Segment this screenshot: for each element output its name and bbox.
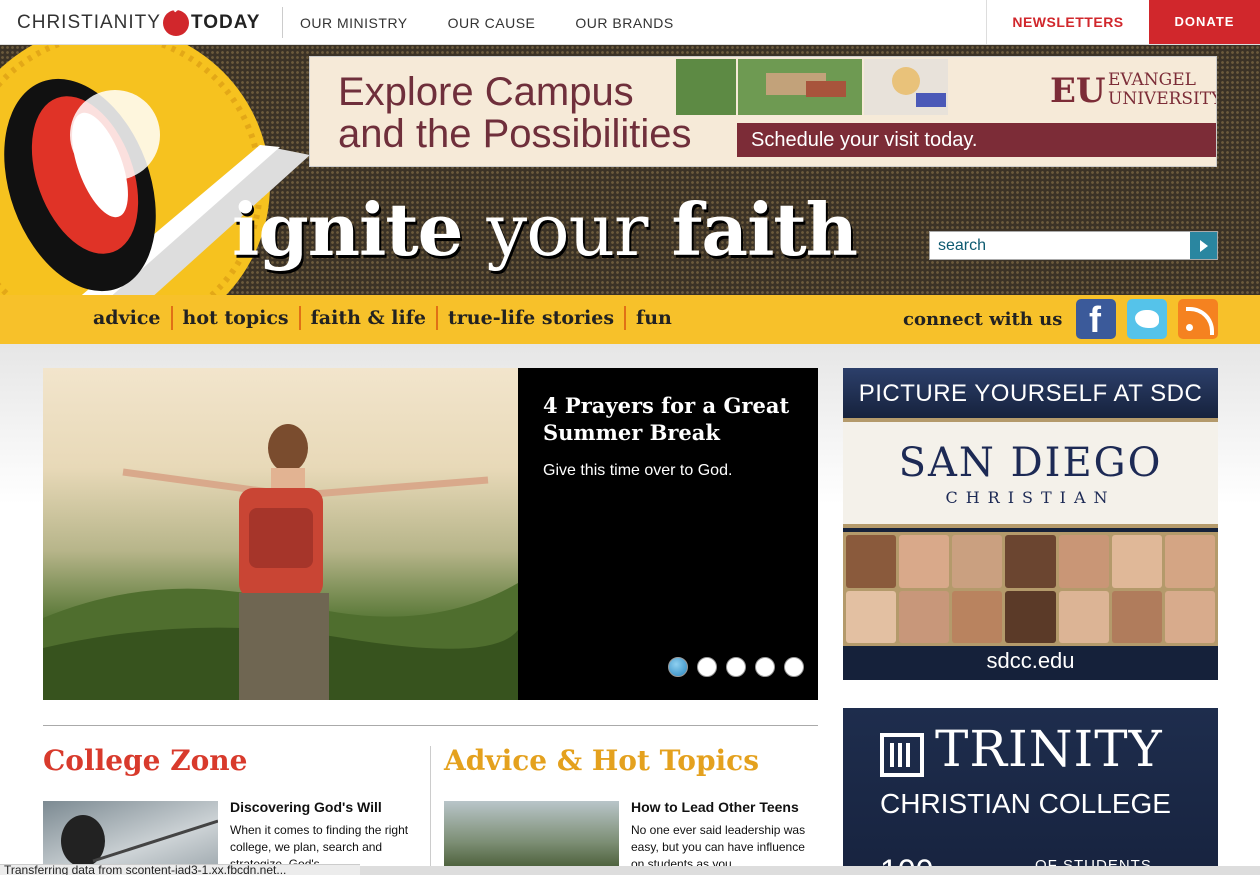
sdc-ad-logo: SAN DIEGO CHRISTIAN <box>843 418 1218 528</box>
search-box <box>929 231 1218 260</box>
banner-headline: Explore Campus and the Possibilities <box>338 71 692 155</box>
hero-header: Explore Campus and the Possibilities EU … <box>0 45 1260 295</box>
student-photo <box>1058 590 1109 643</box>
student-photo <box>952 590 1003 643</box>
nav-fun[interactable]: fun <box>636 307 672 329</box>
hiker-photo <box>43 424 518 700</box>
connect-with-us-label: connect with us <box>903 309 1063 330</box>
section-divider <box>43 725 818 726</box>
slide-dot-1[interactable] <box>668 657 688 677</box>
top-nav: OUR MINISTRY OUR CAUSE OUR BRANDS <box>300 15 674 31</box>
sdc-url: sdcc.edu <box>986 648 1075 673</box>
newsletters-link[interactable]: NEWSLETTERS <box>986 0 1149 44</box>
slide-dot-3[interactable] <box>726 657 746 677</box>
section-nav: advice hot topics faith & life true-life… <box>0 295 1260 344</box>
logo-word-today: TODAY <box>190 12 261 33</box>
evangel-university-banner-ad[interactable]: Explore Campus and the Possibilities EU … <box>309 56 1217 167</box>
student-photo <box>952 535 1003 588</box>
student-photo <box>1005 535 1056 588</box>
christianity-today-logo[interactable]: CHRISTIANITY TODAY <box>17 8 260 38</box>
sdc-subname: CHRISTIAN <box>945 488 1116 507</box>
san-diego-christian-ad[interactable]: PICTURE YOURSELF AT SDC SAN DIEGO CHRIST… <box>843 368 1218 680</box>
facebook-icon[interactable] <box>1076 299 1116 341</box>
banner-campus-photos <box>676 59 948 115</box>
slide-dot-4[interactable] <box>755 657 775 677</box>
slide-description: Give this time over to God. <box>543 462 733 479</box>
trinity-name: TRINITY <box>935 720 1163 778</box>
sdc-student-photos <box>843 532 1218 646</box>
trinity-subname: CHRISTIAN COLLEGE <box>880 788 1171 819</box>
banner-headline-line-1: Explore Campus <box>338 70 634 114</box>
flame-logo-icon <box>162 10 189 36</box>
student-photo <box>899 535 950 588</box>
section-links: advice hot topics faith & life true-life… <box>93 306 672 330</box>
banner-headline-line-2: and the Possibilities <box>338 112 692 156</box>
college-zone-article-title[interactable]: Discovering God's Will <box>230 799 382 815</box>
student-photo <box>1111 535 1162 588</box>
rss-icon[interactable] <box>1178 299 1218 339</box>
slide-image[interactable] <box>43 368 518 700</box>
advice-hot-topics-heading[interactable]: Advice & Hot Topics <box>444 744 759 777</box>
top-bar: CHRISTIANITY TODAY OUR MINISTRY OUR CAUS… <box>0 0 1260 45</box>
student-photo <box>1164 590 1215 643</box>
search-submit-button[interactable] <box>1190 232 1217 259</box>
student-photo <box>1058 535 1109 588</box>
college-zone-heading[interactable]: College Zone <box>43 744 247 777</box>
evangel-name-line-1: EVANGEL <box>1108 70 1196 90</box>
student-photo <box>846 535 897 588</box>
donate-button[interactable]: DONATE <box>1149 0 1260 44</box>
horizontal-scrollbar[interactable] <box>360 866 1260 875</box>
slide-dot-2[interactable] <box>697 657 717 677</box>
nav-separator <box>298 306 301 330</box>
student-photo <box>1111 590 1162 643</box>
tagline-your: your <box>486 188 649 272</box>
nav-our-cause[interactable]: OUR CAUSE <box>448 15 536 31</box>
ignite-your-faith-title: ignite your faith <box>232 187 858 272</box>
featured-slideshow[interactable]: 4 Prayers for a Great Summer Break Give … <box>43 368 818 700</box>
nav-true-life-stories[interactable]: true-life stories <box>448 307 614 329</box>
slide-pagination <box>668 657 804 677</box>
twitter-icon[interactable] <box>1127 299 1167 339</box>
nav-hot-topics[interactable]: hot topics <box>183 307 289 329</box>
advice-article-thumbnail[interactable] <box>444 801 619 875</box>
evangel-name-line-2: UNIVERSITY <box>1108 89 1217 109</box>
browser-status-bar: Transferring data from scontent-iad3-1.x… <box>0 864 360 875</box>
nav-our-brands[interactable]: OUR BRANDS <box>575 15 673 31</box>
student-photo <box>1164 535 1215 588</box>
nav-separator <box>170 306 173 330</box>
advice-article-title[interactable]: How to Lead Other Teens <box>631 799 799 815</box>
nav-separator <box>436 306 438 330</box>
student-photo <box>899 590 950 643</box>
student-photo <box>846 590 897 643</box>
student-photo <box>1005 590 1056 643</box>
sdc-name: SAN DIEGO <box>898 440 1163 486</box>
slide-dot-5[interactable] <box>784 657 804 677</box>
divider <box>282 7 283 38</box>
trinity-logo-icon <box>880 733 924 777</box>
tagline-ignite: ignite <box>232 187 463 272</box>
evangel-name: EVANGEL UNIVERSITY <box>1108 70 1217 109</box>
nav-separator <box>624 306 627 330</box>
tagline-faith: faith <box>671 187 858 272</box>
trinity-christian-college-ad[interactable]: TRINITY CHRISTIAN COLLEGE 100 OF STUDENT… <box>843 708 1218 875</box>
nav-faith-life[interactable]: faith & life <box>311 307 426 329</box>
banner-cta: Schedule your visit today. <box>737 123 1216 157</box>
logo-word-christianity: CHRISTIANITY <box>17 12 161 33</box>
evangel-eu-mark: EU <box>1050 71 1106 111</box>
nav-our-ministry[interactable]: OUR MINISTRY <box>300 15 408 31</box>
slide-title[interactable]: 4 Prayers for a Great Summer Break <box>543 392 803 446</box>
search-input[interactable] <box>930 232 1190 259</box>
sdc-ad-headline: PICTURE YOURSELF AT SDC <box>843 368 1218 418</box>
nav-advice[interactable]: advice <box>93 307 161 329</box>
column-divider <box>430 746 431 875</box>
